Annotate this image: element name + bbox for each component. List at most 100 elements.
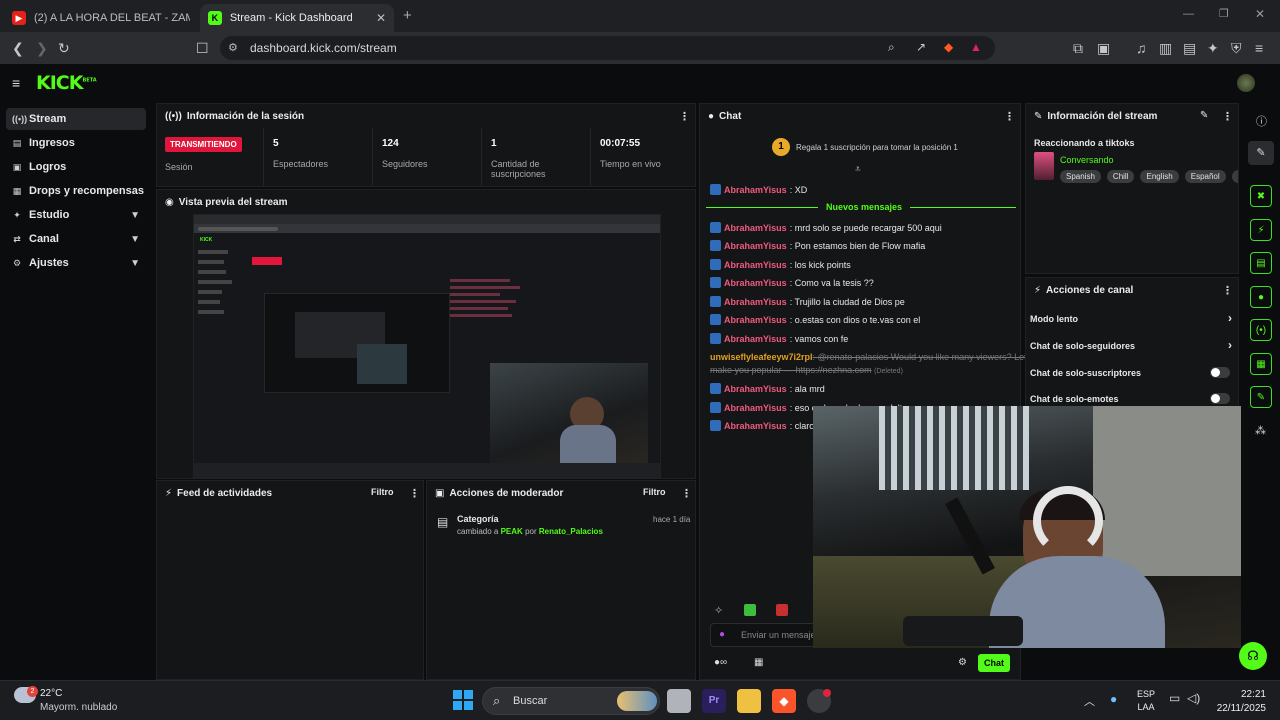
store-icon[interactable]: ▦	[754, 657, 763, 668]
chat-users-icon[interactable]: ●∞	[714, 657, 727, 668]
hamburger-menu-icon[interactable]: ≡	[12, 75, 20, 91]
chat-bubble-icon[interactable]: ●	[1250, 286, 1272, 308]
task-view-icon[interactable]	[667, 689, 691, 713]
more-options-icon[interactable]: ⋮	[409, 487, 420, 500]
chat-username[interactable]: AbrahamYisus	[724, 223, 787, 233]
raid-icon[interactable]: ✖	[1250, 185, 1272, 207]
chat-username[interactable]: AbrahamYisus	[724, 421, 787, 431]
premiere-pro-icon[interactable]: Pr	[702, 689, 726, 713]
slow-mode-row[interactable]: Modo lento ›	[1030, 311, 1234, 325]
volume-icon[interactable]: ◁)	[1187, 691, 1200, 705]
toggle-switch[interactable]	[1210, 393, 1230, 404]
tab-kick-dashboard[interactable]: K Stream - Kick Dashboard ✕	[200, 4, 394, 32]
chat-username[interactable]: AbrahamYisus	[724, 315, 787, 325]
sidebar-item-drops[interactable]: ▦ Drops y recompensas	[6, 180, 146, 202]
stream-preview-video[interactable]: KICK	[193, 214, 661, 478]
category-thumbnail[interactable]	[1034, 152, 1054, 180]
collapse-icon[interactable]: ⩡	[855, 164, 861, 175]
tag-chip[interactable]: pea	[1231, 170, 1238, 183]
bookmark-icon[interactable]: ☐	[196, 40, 209, 57]
wrench-icon[interactable]: ✎	[1250, 386, 1272, 408]
taskbar-search[interactable]: ⌕ Buscar	[482, 687, 660, 715]
screenshot-icon[interactable]: ▣	[1097, 40, 1110, 57]
filter-button[interactable]: Filtro	[643, 487, 666, 497]
file-explorer-icon[interactable]	[737, 689, 761, 713]
emote-icon[interactable]	[744, 604, 756, 616]
more-options-icon[interactable]: ⋮	[1222, 110, 1233, 123]
back-icon[interactable]: ❮	[12, 40, 24, 57]
close-icon[interactable]: ✕	[376, 11, 386, 25]
chat-username[interactable]: AbrahamYisus	[724, 260, 787, 270]
connections-icon[interactable]: ⁂	[1255, 424, 1266, 437]
chat-username[interactable]: AbrahamYisus	[724, 403, 787, 413]
chat-username[interactable]: AbrahamYisus	[724, 278, 787, 288]
window-close-icon[interactable]: ✕	[1255, 7, 1265, 21]
chevron-up-icon[interactable]: ︿	[1084, 693, 1095, 709]
clock[interactable]: 22:21 22/11/2025	[1212, 688, 1266, 716]
mod-entry-category[interactable]: PEAK	[501, 527, 523, 536]
tab-youtube[interactable]: ▶ (2) A LA HORA DEL BEAT - ZAMBO C	[4, 4, 198, 32]
menu-icon[interactable]: ≡	[1255, 40, 1263, 56]
minimize-icon[interactable]: —	[1183, 8, 1194, 20]
windows-start-icon[interactable]	[453, 690, 473, 710]
filter-button[interactable]: Filtro	[371, 487, 394, 497]
support-button[interactable]: ☊	[1239, 642, 1267, 670]
lightning-icon[interactable]: ⚡	[1250, 219, 1272, 241]
forward-icon[interactable]: ❯	[36, 40, 48, 57]
toggle-switch[interactable]	[1210, 367, 1230, 378]
sidebar-item-canal[interactable]: ⇄ Canal ▼	[6, 228, 146, 250]
more-options-icon[interactable]: ⋮	[679, 110, 690, 123]
leaderboard-rank-icon[interactable]: 1	[772, 138, 790, 156]
layout-icon[interactable]: ▦	[1250, 353, 1272, 375]
music-icon[interactable]: ♫	[1136, 40, 1147, 56]
leo-ai-icon[interactable]: ✦	[1207, 40, 1219, 57]
tag-chip[interactable]: Spanish	[1060, 170, 1101, 183]
sidebar-item-estudio[interactable]: ✦ Estudio ▼	[6, 204, 146, 226]
tag-chip[interactable]: English	[1140, 170, 1179, 183]
extensions-icon[interactable]: ⧉	[1073, 40, 1083, 57]
send-chat-button[interactable]: Chat	[978, 654, 1010, 672]
more-options-icon[interactable]: ⋮	[1004, 110, 1015, 123]
chat-username[interactable]: AbrahamYisus	[724, 384, 787, 394]
info-icon[interactable]: ⓘ	[1256, 113, 1267, 129]
emote-icon[interactable]: ✧	[714, 604, 723, 617]
chat-settings-icon[interactable]: ⚙	[958, 657, 967, 668]
tag-chip[interactable]: Español	[1184, 170, 1226, 183]
network-icon[interactable]: ▭	[1169, 691, 1180, 705]
more-options-icon[interactable]: ⋮	[1222, 284, 1233, 297]
user-avatar[interactable]	[1237, 74, 1255, 92]
reload-icon[interactable]: ↻	[58, 40, 70, 57]
brave-browser-icon[interactable]: ◆	[772, 689, 796, 713]
chat-username[interactable]: unwiseflyleafeeyw7i2rpl	[710, 352, 813, 362]
new-tab-icon[interactable]: +	[403, 7, 412, 24]
input-language[interactable]: ESP LAA	[1137, 688, 1155, 714]
more-options-icon[interactable]: ⋮	[681, 487, 692, 500]
vpn-icon[interactable]: ⛨	[1231, 40, 1242, 57]
sidebar-item-ajustes[interactable]: ⚙ Ajustes ▼	[6, 252, 146, 274]
share-icon[interactable]: ↗	[916, 40, 926, 54]
site-settings-icon[interactable]: ⚙	[228, 41, 238, 54]
mod-entry-user[interactable]: Renato_Palacios	[539, 527, 603, 536]
weather-temp[interactable]: 22°C	[40, 688, 62, 699]
stream-category[interactable]: Conversando	[1060, 155, 1114, 165]
sidebar-item-ingresos[interactable]: ▤ Ingresos	[6, 132, 146, 154]
weather-desc[interactable]: Mayorm. nublado	[40, 702, 117, 713]
microphone-icon[interactable]: ●	[719, 629, 725, 640]
sidebar-item-logros[interactable]: ▣ Logros	[6, 156, 146, 178]
notes-icon[interactable]: ▤	[1250, 252, 1272, 274]
chat-username[interactable]: AbrahamYisus	[724, 334, 787, 344]
kick-logo[interactable]: KICKBETA	[36, 72, 97, 94]
brave-rewards-icon[interactable]: ▲	[970, 40, 982, 54]
restore-icon[interactable]: ❐	[1219, 7, 1229, 20]
zoom-icon[interactable]: ⌕	[888, 40, 895, 55]
chat-username[interactable]: AbrahamYisus	[724, 241, 787, 251]
edit-icon[interactable]: ✎	[1200, 110, 1208, 121]
address-bar[interactable]: ⚙ dashboard.kick.com/stream ⌕ ↗ ◆ ▲	[220, 36, 995, 60]
sidebar-item-stream[interactable]: ((•)) Stream	[6, 108, 146, 130]
broadcast-icon[interactable]: (•)	[1250, 319, 1272, 341]
emote-icon[interactable]	[776, 604, 788, 616]
sidebar-toggle-icon[interactable]: ▥	[1159, 40, 1172, 57]
microphone-icon[interactable]: ●	[1110, 692, 1117, 706]
edit-layout-icon[interactable]: ✎	[1248, 141, 1274, 165]
chat-username[interactable]: AbrahamYisus	[724, 185, 787, 195]
